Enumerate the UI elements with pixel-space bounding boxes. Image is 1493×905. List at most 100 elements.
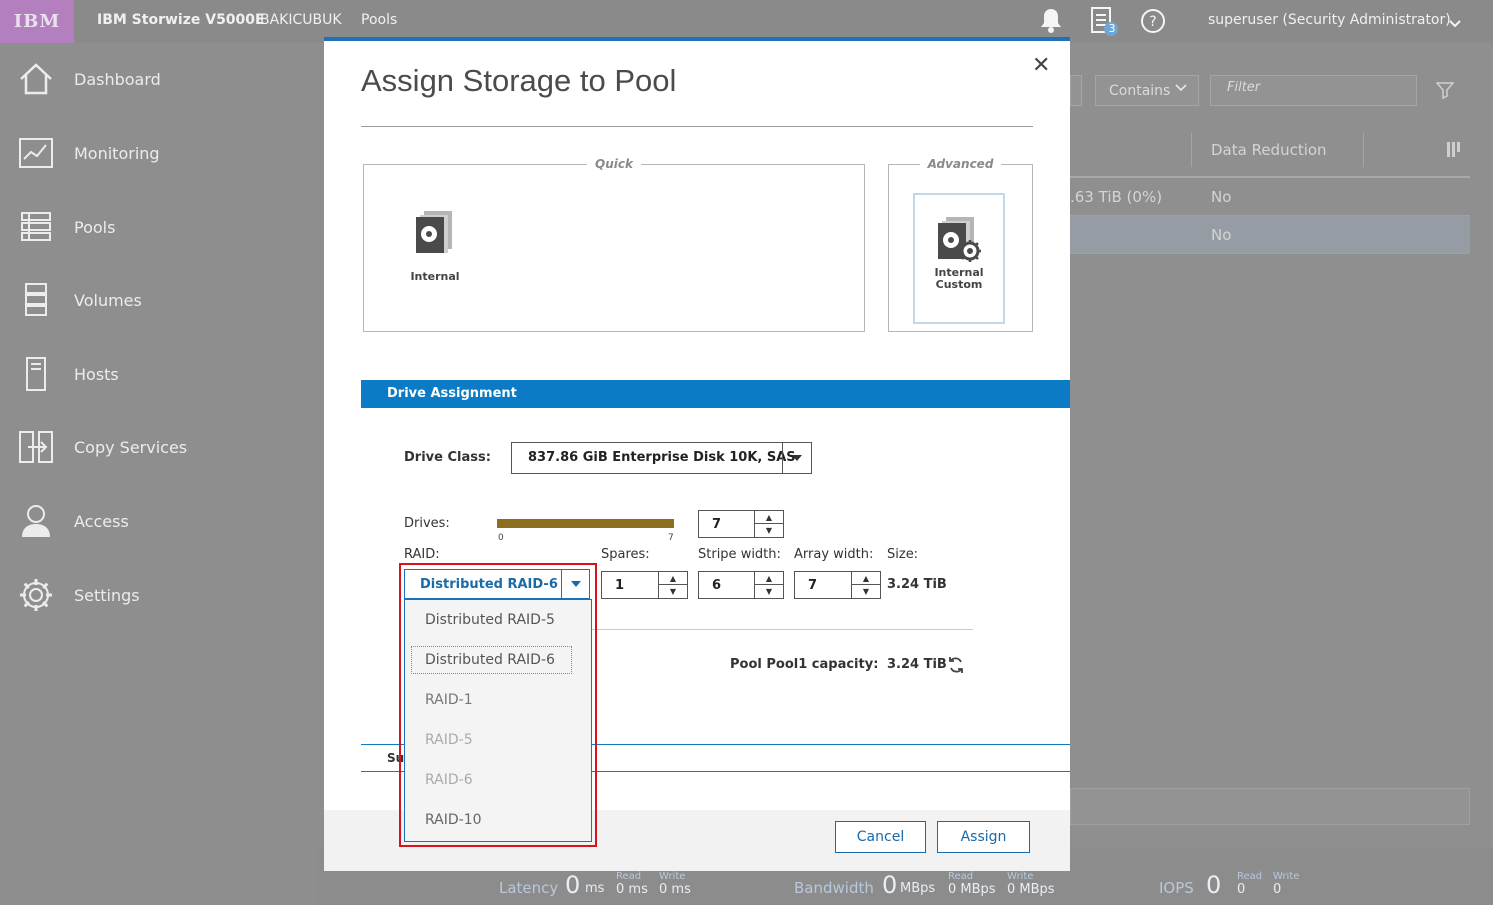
task-count-badge: 3 [1108,22,1116,35]
spares-label: Spares: [601,547,650,562]
internal-custom-label-line2: Custom [935,278,983,291]
search-field-edge[interactable] [1070,75,1082,106]
refresh-icon[interactable] [947,656,965,678]
latency-unit: ms [585,881,605,896]
drives-stepper[interactable]: 7 ▲ ▼ [698,510,784,538]
iops-label: IOPS [1159,879,1194,897]
advanced-legend: Advanced [927,157,994,171]
latency-label: Latency [499,879,559,897]
drive-class-dropdown-button[interactable] [782,443,811,473]
sidebar-item-label: Settings [74,585,140,605]
internal-tile[interactable]: Internal [394,207,476,303]
dialog-title: Assign Storage to Pool [361,63,677,98]
array-width-value: 7 [808,578,818,593]
stripe-width-stepper[interactable]: 6 ▲ ▼ [698,571,784,599]
table-header-rule [1070,176,1470,178]
internal-custom-drive-icon [936,213,982,263]
breadcrumb-page[interactable]: Pools [361,12,397,28]
hosts-icon [18,356,54,392]
internal-custom-tile[interactable]: Internal Custom [913,193,1005,324]
spares-stepper[interactable]: 1 ▲ ▼ [601,571,688,599]
sidebar-item-copy-services[interactable]: Copy Services [0,417,317,477]
array-width-label: Array width: [794,547,874,562]
iops-write-value: 0 [1273,882,1282,897]
sidebar-item-pools[interactable]: Pools [0,197,317,257]
filter-input[interactable]: Filter [1210,75,1417,106]
increment-icon[interactable]: ▲ [755,572,783,585]
monitoring-icon [18,135,54,171]
decrement-icon[interactable]: ▼ [755,524,783,537]
help-icon[interactable]: ? [1140,8,1166,38]
pools-content [1070,43,1493,848]
filter-mode-select[interactable]: Contains [1095,75,1199,106]
sidebar-item-volumes[interactable]: Volumes [0,270,317,330]
column-divider [1363,133,1364,167]
latency-write-value: 0 ms [659,882,691,897]
system-name[interactable]: BAKICUBUK [260,12,342,28]
chevron-down-icon[interactable] [1448,14,1462,33]
latency-write-label: Write [659,871,686,882]
close-icon[interactable]: ✕ [1032,53,1050,78]
iops-read-label: Read [1237,871,1263,882]
iops-write-label: Write [1273,871,1300,882]
size-value: 3.24 TiB [887,577,947,592]
pool-capacity-value: 3.24 TiB [887,657,947,672]
chevron-down-icon [1174,82,1188,98]
iops-read-value: 0 [1237,882,1246,897]
decrement-icon[interactable]: ▼ [852,585,880,598]
bandwidth-value: 0 [882,871,898,899]
bandwidth-read-value: 0 MBps [948,882,996,897]
column-header-data-reduction[interactable]: Data Reduction [1211,141,1327,159]
drives-slider-min: 0 [498,533,504,543]
sidebar-item-settings[interactable]: Settings [0,565,317,625]
drives-value: 7 [712,517,722,532]
sidebar-item-monitoring[interactable]: Monitoring [0,123,317,183]
increment-icon[interactable]: ▲ [659,572,687,585]
filter-mode-value: Contains [1109,83,1171,99]
latency-read-value: 0 ms [616,882,648,897]
table-row-selected[interactable] [1070,216,1470,253]
columns-icon[interactable] [1446,141,1464,163]
bandwidth-write-label: Write [1007,871,1034,882]
drive-class-select[interactable]: 837.86 GiB Enterprise Disk 10K, SAS [511,442,812,474]
row-divider [1070,253,1470,254]
increment-icon[interactable]: ▲ [852,572,880,585]
row-capacity: .63 TiB (0%) [1070,188,1163,206]
sidebar-item-hosts[interactable]: Hosts [0,344,317,404]
user-menu[interactable]: superuser (Security Administrator) [1208,12,1451,28]
increment-icon[interactable]: ▲ [755,511,783,524]
decrement-icon[interactable]: ▼ [755,585,783,598]
iops-value: 0 [1206,871,1222,899]
drive-class-label: Drive Class: [404,450,491,465]
row-data-reduction: No [1211,226,1232,244]
access-icon [18,503,54,539]
cancel-button[interactable]: Cancel [835,821,926,853]
assign-button[interactable]: Assign [937,821,1030,853]
clear-filter-icon[interactable] [1435,81,1455,103]
array-width-stepper[interactable]: 7 ▲ ▼ [794,571,881,599]
quick-legend: Quick [595,157,633,171]
sidebar-item-label: Volumes [74,290,142,310]
drive-class-value: 837.86 GiB Enterprise Disk 10K, SAS [528,450,796,465]
decrement-icon[interactable]: ▼ [659,585,687,598]
sidebar-item-label: Monitoring [74,143,160,163]
sidebar-item-access[interactable]: Access [0,491,317,551]
internal-tile-label: Internal [410,270,460,283]
sidebar: Dashboard Monitoring Pools Volumes Hosts… [0,43,317,905]
filter-placeholder: Filter [1227,80,1261,95]
sidebar-item-dashboard[interactable]: Dashboard [0,49,317,109]
bandwidth-label: Bandwidth [794,879,874,897]
highlight-annotation [399,563,597,847]
product-name: IBM Storwize V5000E [97,12,265,28]
internal-drive-icon [414,207,456,255]
bell-icon[interactable] [1039,7,1063,39]
drives-label: Drives: [404,516,450,531]
table-footer [1070,788,1470,825]
latency-value: 0 [565,871,581,899]
title-divider [361,126,1033,127]
row-data-reduction: No [1211,188,1232,206]
ibm-logo[interactable]: IBM [0,0,74,43]
sidebar-item-label: Pools [74,217,116,237]
copy-services-icon [18,429,54,465]
drives-slider-track[interactable] [497,519,674,528]
